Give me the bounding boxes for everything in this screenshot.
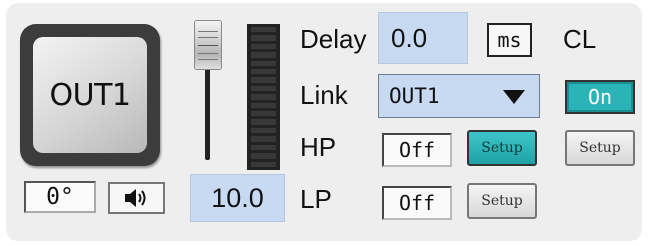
- meter-segment: [251, 127, 276, 134]
- meter-segment: [251, 27, 276, 33]
- meter-segment: [251, 52, 276, 58]
- meter-segment: [251, 77, 276, 83]
- chevron-down-icon: [503, 90, 525, 104]
- link-selected-value: OUT1: [389, 84, 440, 108]
- link-label: Link: [300, 80, 348, 110]
- cl-label: CL: [563, 24, 597, 54]
- meter-segment: [251, 102, 276, 109]
- hp-label: HP: [300, 132, 337, 162]
- delay-label: Delay: [300, 24, 367, 54]
- meter-segment: [251, 111, 276, 117]
- lp-toggle[interactable]: Off: [382, 186, 452, 220]
- link-dropdown[interactable]: OUT1: [378, 74, 540, 118]
- mute-button[interactable]: [108, 182, 165, 214]
- lp-setup-button[interactable]: Setup: [467, 183, 537, 219]
- lp-label: LP: [300, 184, 332, 214]
- meter-segment: [251, 60, 276, 67]
- meter-segment: [251, 69, 276, 75]
- meter-segment: [251, 94, 276, 100]
- hp-toggle[interactable]: Off: [382, 133, 452, 167]
- level-meter: [247, 24, 280, 170]
- meter-segment: [251, 144, 276, 151]
- speaker-icon: [124, 189, 145, 207]
- output-name-label: OUT1: [33, 37, 147, 153]
- phase-button[interactable]: 0°: [24, 181, 96, 213]
- meter-segment: [251, 161, 276, 167]
- meter-segment: [251, 43, 276, 50]
- meter-segment: [251, 136, 276, 142]
- delay-input[interactable]: 0.0: [378, 12, 468, 64]
- meter-segment: [251, 153, 276, 159]
- meter-segment: [251, 119, 276, 125]
- hp-setup-button[interactable]: Setup: [467, 130, 537, 166]
- cl-toggle[interactable]: On: [565, 80, 635, 114]
- fader-knob[interactable]: [194, 20, 222, 70]
- meter-segment: [251, 85, 276, 92]
- output-select-button[interactable]: OUT1: [20, 24, 160, 166]
- meter-segment: [251, 35, 276, 41]
- delay-unit-button[interactable]: ms: [487, 23, 532, 57]
- cl-setup-button[interactable]: Setup: [565, 130, 635, 166]
- fader-value-field[interactable]: 10.0: [190, 174, 285, 222]
